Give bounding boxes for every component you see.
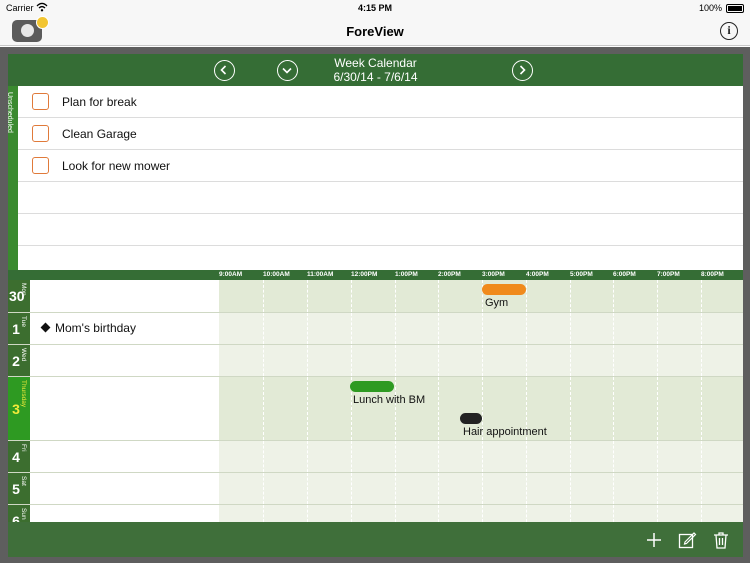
day-row-thursday[interactable]: 3 Thursday Lunch with BM Hair appointmen… (8, 377, 743, 441)
timeline-grid[interactable] (219, 313, 743, 344)
time-tick: 5:00PM (570, 271, 593, 278)
timeline-grid[interactable]: Lunch with BM Hair appointment (219, 377, 743, 440)
app-title: ForeView (346, 24, 404, 39)
day-name: Thursday (20, 380, 27, 408)
all-day-cell[interactable]: Mom's birthday (30, 313, 219, 344)
day-name: Sat (20, 476, 27, 486)
time-tick: 4:00PM (526, 271, 549, 278)
time-tick: 2:00PM (438, 271, 461, 278)
task-label: Clean Garage (62, 127, 137, 141)
time-tick: 10:00AM (263, 271, 290, 278)
day-number-column: 6 Sun (8, 505, 30, 522)
event-bar-hair[interactable] (460, 413, 482, 424)
event-bar-lunch[interactable] (350, 381, 394, 392)
all-day-cell[interactable] (30, 377, 219, 440)
all-day-cell[interactable] (30, 345, 219, 376)
status-time: 4:15 PM (357, 3, 392, 13)
info-button[interactable]: i (720, 22, 738, 40)
time-tick: 3:00PM (482, 271, 505, 278)
day-number-column: 4 Fri (8, 441, 30, 472)
day-row-tuesday[interactable]: 1 Tue Mom's birthday (8, 313, 743, 345)
day-number-column: 5 Sat (8, 473, 30, 504)
time-tick: 7:00PM (657, 271, 680, 278)
time-tick: 1:00PM (395, 271, 418, 278)
day-row-wednesday[interactable]: 2 Wed (8, 345, 743, 377)
time-tick: 9:00AM (219, 271, 243, 278)
time-header: 9:00AM 10:00AM 11:00AM 12:00PM 1:00PM 2:… (8, 270, 743, 280)
battery-icon (726, 4, 744, 13)
timeline-grid[interactable] (219, 441, 743, 472)
event-label-lunch[interactable]: Lunch with BM (353, 394, 425, 406)
timeline-grid[interactable]: Gym (219, 280, 743, 312)
all-day-cell[interactable] (30, 280, 219, 312)
battery-percent: 100% (698, 3, 722, 13)
edit-icon (678, 532, 697, 549)
day-row-monday[interactable]: 30 Mon Gym (8, 280, 743, 313)
day-row-sunday[interactable]: 6 Sun (8, 505, 743, 522)
day-row-saturday[interactable]: 5 Sat (8, 473, 743, 505)
day-name: Wed (20, 348, 27, 362)
task-checkbox[interactable] (32, 93, 49, 110)
edit-button[interactable] (677, 530, 697, 550)
time-tick: 6:00PM (613, 271, 636, 278)
week-title: Week Calendar (334, 56, 417, 70)
bottom-toolbar (8, 522, 743, 557)
event-bar-gym[interactable] (482, 284, 526, 295)
week-range: 6/30/14 - 7/6/14 (333, 70, 418, 84)
task-checkbox[interactable] (32, 125, 49, 142)
day-name: Sun (20, 508, 27, 520)
time-tick: 8:00PM (701, 271, 724, 278)
week-header: Week Calendar 6/30/14 - 7/6/14 (8, 54, 743, 86)
task-row[interactable]: Look for new mower (18, 150, 743, 182)
day-number-column: 1 Tue (8, 313, 30, 344)
status-bar: Carrier 4:15 PM 100% (0, 0, 750, 18)
all-day-cell[interactable] (30, 505, 219, 522)
day-number-column: 2 Wed (8, 345, 30, 376)
unscheduled-side-label: Unscheduled (6, 86, 18, 270)
event-label-hair[interactable]: Hair appointment (463, 426, 547, 438)
task-label: Look for new mower (62, 159, 171, 173)
task-row[interactable]: Plan for break (18, 86, 743, 118)
all-day-cell[interactable] (30, 473, 219, 504)
delete-button[interactable] (711, 530, 731, 550)
task-label: Plan for break (62, 95, 137, 109)
empty-row[interactable] (18, 182, 743, 214)
time-tick: 12:00PM (351, 271, 378, 278)
day-number-column: 3 Thursday (8, 377, 30, 440)
navigation-bar: ForeView i (0, 16, 750, 46)
chevron-right-icon (519, 65, 526, 75)
day-name: Tue (20, 316, 27, 327)
all-day-event-label: Mom's birthday (55, 321, 136, 335)
next-week-button[interactable] (512, 60, 533, 81)
add-button[interactable] (644, 530, 664, 550)
diamond-icon (40, 322, 51, 333)
day-name: Fri (20, 444, 27, 452)
timeline-grid[interactable] (219, 505, 743, 522)
timeline-grid[interactable] (219, 473, 743, 504)
week-title-block: Week Calendar 6/30/14 - 7/6/14 (8, 56, 743, 84)
task-checkbox[interactable] (32, 157, 49, 174)
time-tick: 11:00AM (307, 271, 334, 278)
all-day-cell[interactable] (30, 441, 219, 472)
trash-icon (714, 532, 728, 549)
event-label-gym[interactable]: Gym (485, 297, 508, 309)
day-number-column: 30 Mon (8, 280, 30, 312)
add-icon (647, 533, 661, 547)
day-row-friday[interactable]: 4 Fri (8, 441, 743, 473)
timeline-grid[interactable] (219, 345, 743, 376)
day-name: Mon (20, 283, 27, 296)
task-row[interactable]: Clean Garage (18, 118, 743, 150)
all-day-event[interactable]: Mom's birthday (40, 321, 136, 335)
unscheduled-panel: Unscheduled Plan for break Clean Garage … (6, 86, 743, 270)
empty-row[interactable] (18, 214, 743, 246)
